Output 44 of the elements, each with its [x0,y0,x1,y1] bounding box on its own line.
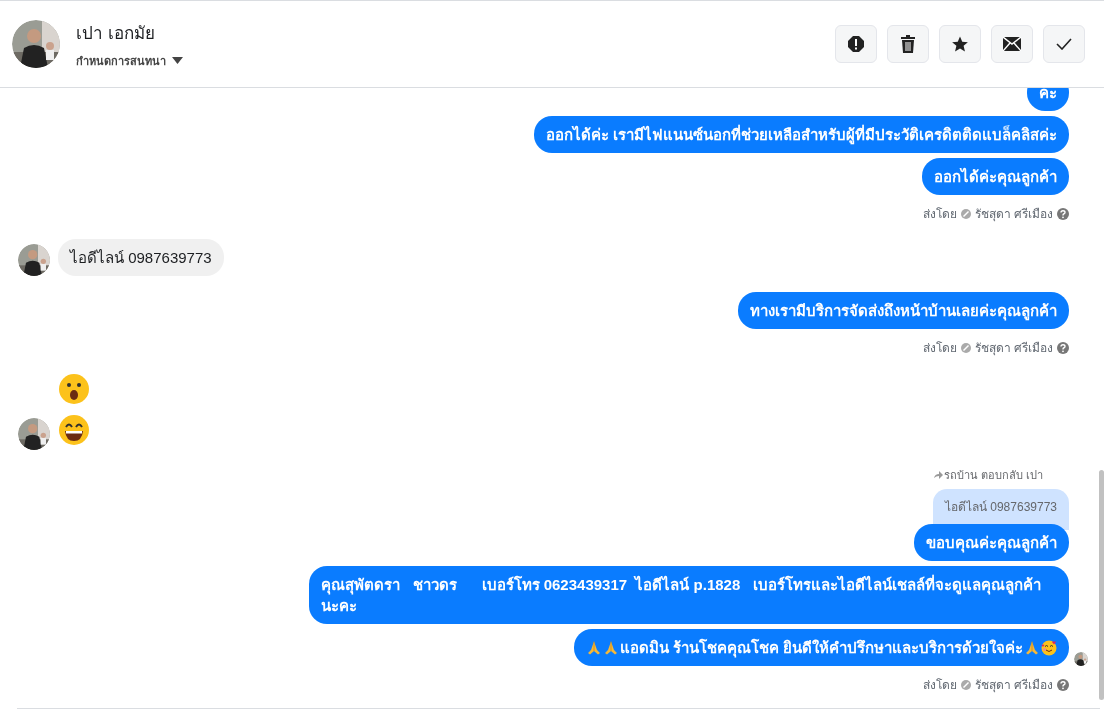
mail-icon [1003,37,1021,51]
sender-avatar [18,418,50,450]
message-bubble: ไอดีไลน์ 0987639773 [58,239,224,276]
check-button[interactable] [1043,25,1085,63]
sent-by-label: ส่งโดย [922,677,957,694]
agent-name: รัชสุดา ศรีเมือง [974,677,1053,694]
star-button[interactable] [939,25,981,63]
reply-arrow-icon [933,471,943,479]
blocked-icon [960,342,971,353]
trash-button[interactable] [887,25,929,63]
contact-name: เปา เอกมัย [76,22,156,45]
blocked-icon [960,679,971,690]
trash-icon [900,35,916,53]
help-icon [1057,678,1069,691]
alert-icon [847,35,865,53]
message-bubble: คะ [1027,88,1069,111]
sent-by-label: ส่งโดย [922,340,957,357]
surprised-face-icon [58,373,90,405]
star-icon [951,35,969,53]
caret-icon[interactable] [172,57,183,64]
agent-name: รัชสุดา ศรีเมือง [974,340,1053,357]
message-bubble: แอดมิน ร้านโชคคุณโชค ยินดีให้คำปรึกษาและบริการด้วยใจค่ะ [573,629,1069,666]
grinning-face-icon [58,414,90,446]
message-bubble: ออกได้ค่ะ เรามีไฟแนนซ์นอกที่ช่วยเหลือสำหรับผู้ที่มีประวัติเครดิตติดแบล็คลิสค่ะ [533,116,1069,153]
message-bubble: ออกได้ค่ะคุณลูกค้า [922,158,1069,195]
conversation-settings-label[interactable]: กำหนดการสนทนา [76,51,166,70]
scrollbar[interactable] [1099,470,1104,700]
help-icon [1057,341,1069,354]
sender-avatar [18,244,50,276]
sent-by-label: ส่งโดย [922,206,957,223]
agent-name: รัชสุดา ศรีเมือง [974,206,1053,223]
message-bubble: ขอบคุณค่ะคุณลูกค้า [914,524,1069,561]
help-icon [1057,207,1069,220]
smiling-face-hearts-icon [1041,639,1057,656]
profile-avatar [12,20,60,68]
mail-button[interactable] [991,25,1033,63]
seen-avatar [1074,652,1088,666]
message-bubble: ทางเรามีบริการจัดส่งถึงหน้าบ้านเลยค่ะคุณลูกค้า [738,292,1069,329]
check-icon [1056,38,1072,50]
blocked-icon [960,208,971,219]
message-bubble: คุณสุพัตดรา ชาวดร เบอร์โทร 0623439317 ไอดีไลน์ p.1828 เบอร์โทรและไอดีไลน์เชลล์ที่จะดูแลคุณลูกค้านะคะ [309,566,1069,624]
reply-note: รถบ้าน ตอบกลับ เปา [943,468,1043,483]
alert-button[interactable] [835,25,877,63]
praying-hands-icon [1024,639,1040,656]
